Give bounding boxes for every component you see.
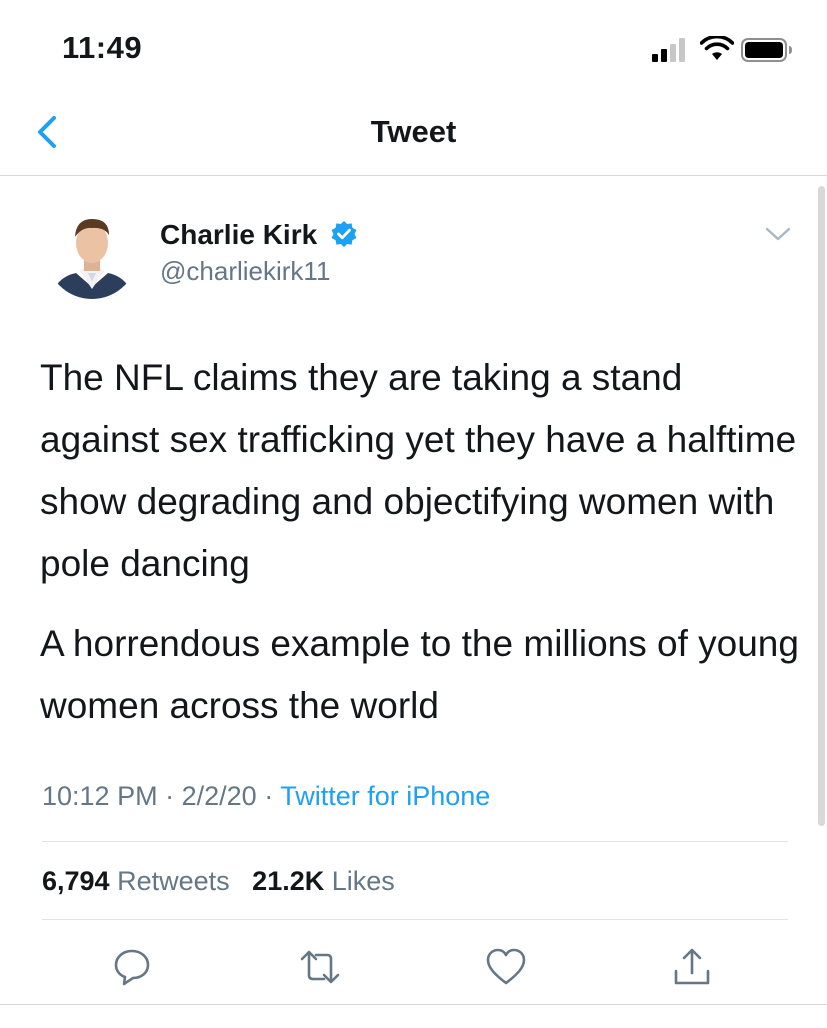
likes-label: Likes: [331, 866, 395, 896]
likes-count: 21.2K: [252, 866, 325, 896]
divider: [42, 919, 788, 920]
scrollbar[interactable]: [818, 186, 825, 826]
divider: [42, 841, 788, 842]
meta-separator: ·: [165, 781, 175, 811]
share-icon[interactable]: [670, 945, 714, 989]
wifi-icon: [700, 36, 734, 60]
retweets-count: 6,794: [42, 866, 110, 896]
tweet-time: 10:12 PM: [42, 781, 158, 811]
tweet-meta: 10:12 PM · 2/2/20 · Twitter for iPhone: [42, 781, 490, 812]
battery-icon: [741, 38, 792, 62]
author-name[interactable]: Charlie Kirk: [160, 219, 317, 251]
retweets-label: Retweets: [117, 866, 230, 896]
divider: [0, 1004, 827, 1005]
verified-icon: [331, 221, 357, 247]
likes-stat[interactable]: 21.2K Likes: [252, 866, 395, 896]
tweet-actions: [0, 937, 827, 997]
page-title: Tweet: [370, 114, 457, 149]
signal-icon: [652, 38, 685, 62]
avatar-photo: [46, 207, 138, 299]
nav-bar: Tweet: [0, 96, 827, 176]
like-icon[interactable]: [484, 945, 528, 989]
author-handle[interactable]: @charliekirk11: [160, 256, 330, 287]
chevron-down-icon[interactable]: [764, 225, 792, 243]
tweet-date: 2/2/20: [181, 781, 257, 811]
status-bar: 11:49: [0, 0, 827, 96]
tweet-text-paragraph: The NFL claims they are taking a stand a…: [40, 357, 797, 584]
avatar[interactable]: [46, 207, 138, 299]
tweet-text-paragraph: A horrendous example to the millions of …: [40, 623, 799, 726]
retweets-stat[interactable]: 6,794 Retweets: [42, 866, 230, 896]
retweet-icon[interactable]: [298, 945, 342, 989]
reply-icon[interactable]: [110, 945, 154, 989]
meta-separator: ·: [264, 781, 274, 811]
tweet-stats: 6,794 Retweets 21.2K Likes: [42, 866, 395, 897]
status-time: 11:49: [62, 30, 143, 65]
tweet-source-link[interactable]: Twitter for iPhone: [280, 781, 490, 811]
